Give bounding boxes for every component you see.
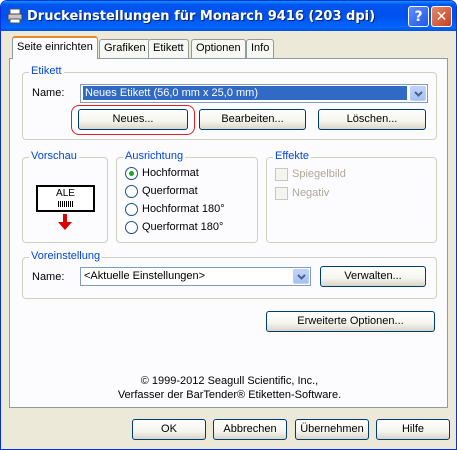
radio-querformat-180-label[interactable]: Querformat 180°: [142, 221, 223, 233]
ausrichtung-group-label: Ausrichtung: [123, 150, 186, 162]
barcode-icon: [58, 201, 74, 207]
preview-text: ALE: [56, 188, 75, 199]
checkbox-negativ[interactable]: [275, 187, 288, 200]
etikett-name-label: Name:: [32, 87, 65, 99]
cancel-button[interactable]: Abbrechen: [213, 419, 287, 440]
etikett-group-label: Etikett: [29, 65, 64, 77]
close-icon[interactable]: ✕: [431, 6, 452, 27]
preset-name-select[interactable]: <Aktuelle Einstellungen>: [80, 267, 311, 286]
new-label-button[interactable]: Neues...: [78, 109, 188, 130]
help-icon[interactable]: ?: [408, 6, 429, 27]
voreinstellung-group-label: Voreinstellung: [29, 250, 103, 262]
label-name-select[interactable]: Neues Etikett (56,0 mm x 25,0 mm): [80, 84, 428, 103]
radio-hochformat-label[interactable]: Hochformat: [142, 167, 199, 179]
help-button[interactable]: Hilfe: [376, 419, 450, 440]
ok-button[interactable]: OK: [132, 419, 206, 440]
delete-label-button[interactable]: Löschen...: [318, 109, 426, 130]
radio-querformat-label[interactable]: Querformat: [142, 185, 198, 197]
voreinstellung-name-label: Name:: [32, 271, 65, 283]
tab-info[interactable]: Info: [246, 39, 275, 58]
printer-icon: [7, 8, 23, 24]
effekte-group-label: Effekte: [273, 150, 312, 162]
radio-hochformat[interactable]: [125, 167, 138, 180]
checkbox-spiegelbild-label: Spiegelbild: [292, 168, 346, 180]
window-title: Druckeinstellungen für Monarch 9416 (203…: [27, 9, 376, 24]
radio-querformat-180[interactable]: [125, 221, 138, 234]
label-preview: ALE: [36, 185, 95, 212]
tab-optionen[interactable]: Optionen: [191, 39, 246, 58]
radio-querformat[interactable]: [125, 185, 138, 198]
manage-presets-button[interactable]: Verwalten...: [320, 266, 426, 287]
tab-etikett[interactable]: Etikett: [148, 39, 189, 58]
chevron-down-icon[interactable]: [410, 86, 426, 101]
vorschau-group-label: Vorschau: [29, 150, 79, 162]
title-bar[interactable]: Druckeinstellungen für Monarch 9416 (203…: [1, 1, 456, 31]
checkbox-spiegelbild[interactable]: [275, 168, 288, 181]
copyright-line-2: Verfasser der BarTender® Etiketten-Softw…: [117, 389, 342, 401]
arrow-down-icon: [58, 214, 72, 230]
chevron-down-icon[interactable]: [293, 269, 309, 284]
copyright-line-1: © 1999-2012 Seagull Scientific, Inc.,: [140, 375, 319, 387]
label-name-value: Neues Etikett (56,0 mm x 25,0 mm): [83, 86, 407, 100]
radio-hochformat-180-label[interactable]: Hochformat 180°: [142, 203, 225, 215]
preset-name-value: <Aktuelle Einstellungen>: [84, 270, 206, 282]
tab-grafiken[interactable]: Grafiken: [99, 39, 151, 58]
edit-label-button[interactable]: Bearbeiten...: [199, 109, 306, 130]
advanced-options-button[interactable]: Erweiterte Optionen...: [266, 311, 435, 332]
apply-button[interactable]: Übernehmen: [295, 419, 369, 440]
printer-settings-dialog: Druckeinstellungen für Monarch 9416 (203…: [0, 0, 457, 450]
radio-hochformat-180[interactable]: [125, 203, 138, 216]
checkbox-negativ-label: Negativ: [292, 187, 330, 199]
tab-seite-einrichten[interactable]: Seite einrichten: [12, 36, 98, 59]
